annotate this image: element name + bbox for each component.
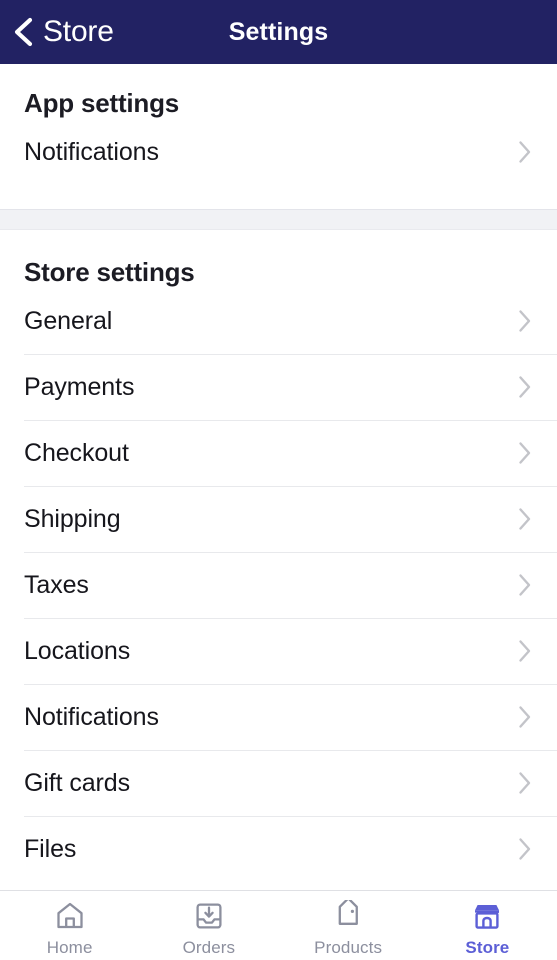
section-header-app-settings: App settings [24,88,180,118]
list-item-label: General [24,306,113,335]
list-item-label: Files [24,834,77,863]
tab-label: Store [465,938,510,957]
chevron-right-icon [518,639,532,663]
list-item-label: Checkout [24,438,129,467]
list-item-notifications-app[interactable]: Notifications [0,119,557,185]
back-button-label: Store [43,15,114,48]
tab-label: Home [46,938,93,957]
chevron-right-icon [518,705,532,729]
list-item-label: Notifications [24,702,159,731]
list-item-checkout[interactable]: Checkout [0,420,557,486]
orders-inbox-icon [192,899,226,933]
list-item-label: Taxes [24,570,89,599]
navigation-bar: Store Settings [0,0,557,64]
home-icon [53,899,87,933]
bottom-tab-bar: Home Orders Products Store [0,890,557,960]
list-item-payments[interactable]: Payments [0,354,557,420]
tab-products[interactable]: Products [279,899,418,958]
tab-label: Orders [182,938,236,957]
list-item-gift-cards[interactable]: Gift cards [0,750,557,816]
tab-store[interactable]: Store [418,899,557,958]
store-settings-list: General Payments Checkout Shipping Taxes… [0,288,557,882]
list-item-label: Notifications [24,137,159,166]
chevron-right-icon [518,507,532,531]
storefront-icon [470,899,504,933]
list-item-label: Payments [24,372,135,401]
chevron-right-icon [518,375,532,399]
chevron-right-icon [518,771,532,795]
list-item-notifications-store[interactable]: Notifications [0,684,557,750]
list-item-shipping[interactable]: Shipping [0,486,557,552]
section-divider [0,209,557,230]
list-item-general[interactable]: General [0,288,557,354]
chevron-left-icon [12,17,34,47]
list-item-label: Locations [24,636,131,665]
tab-home[interactable]: Home [0,899,139,958]
chevron-right-icon [518,837,532,861]
back-button[interactable]: Store [0,16,114,48]
chevron-right-icon [518,441,532,465]
app-settings-list: Notifications [0,119,557,185]
list-item-label: Shipping [24,504,121,533]
list-item-label: Gift cards [24,768,130,797]
product-tag-icon [331,899,365,933]
tab-label: Products [314,938,383,957]
settings-screen: Store Settings App settings Notification… [0,0,557,960]
section-header-store-settings: Store settings [24,257,195,287]
list-item-files[interactable]: Files [0,816,557,882]
list-item-taxes[interactable]: Taxes [0,552,557,618]
list-item-locations[interactable]: Locations [0,618,557,684]
chevron-right-icon [518,140,532,164]
tab-orders[interactable]: Orders [139,899,278,958]
chevron-right-icon [518,573,532,597]
settings-list[interactable]: App settings Notifications Store setting… [0,64,557,890]
chevron-right-icon [518,309,532,333]
